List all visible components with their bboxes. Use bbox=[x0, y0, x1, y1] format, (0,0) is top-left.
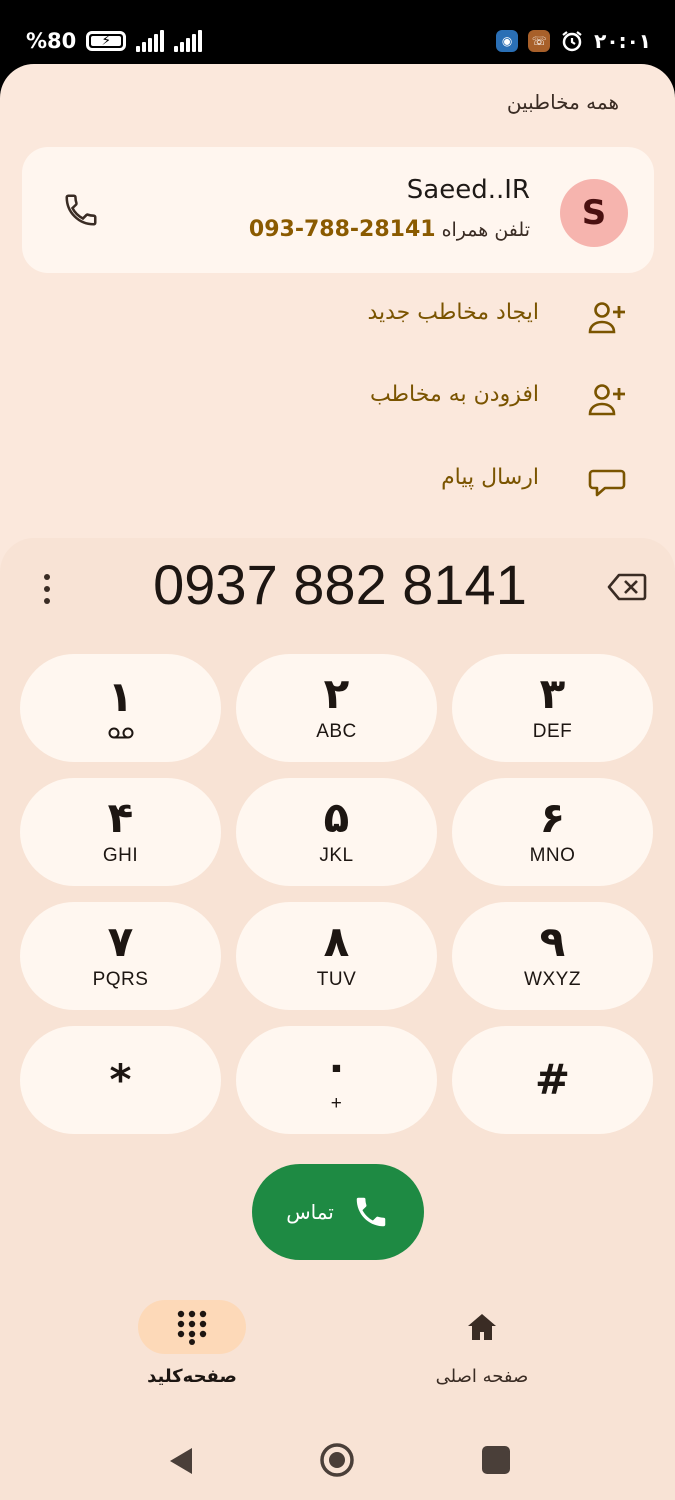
phone-notification-icon: ☏ bbox=[528, 30, 551, 52]
send-message-label: ارسال پیام bbox=[441, 465, 539, 490]
key-hash[interactable]: # bbox=[452, 1026, 653, 1134]
key-9[interactable]: ۹ WXYZ bbox=[452, 902, 653, 1010]
status-left: %80 ⚡ bbox=[26, 28, 203, 54]
phone-type-label: تلفن همراه bbox=[441, 219, 530, 241]
nav-keypad[interactable]: صفحه‌کلید bbox=[82, 1300, 302, 1400]
battery-percent: %80 bbox=[26, 29, 77, 53]
more-options-icon[interactable] bbox=[36, 572, 58, 606]
create-new-contact-row[interactable]: ایجاد مخاطب جدید bbox=[0, 284, 675, 354]
key-8[interactable]: ۸ TUV bbox=[236, 902, 437, 1010]
dialed-number[interactable]: 0937 882 8141 bbox=[80, 552, 600, 617]
person-add-icon bbox=[588, 302, 625, 334]
signal-icon bbox=[136, 30, 165, 52]
key-digit: ۴ bbox=[107, 793, 134, 842]
key-letters: PQRS bbox=[92, 969, 149, 990]
key-0[interactable]: ۰ + bbox=[236, 1026, 437, 1134]
call-button[interactable]: تماس bbox=[252, 1164, 424, 1260]
system-navigation-bar bbox=[0, 1414, 675, 1500]
key-letters: + bbox=[330, 1093, 343, 1114]
battery-icon: ⚡ bbox=[86, 31, 127, 51]
key-6[interactable]: ۶ MNO bbox=[452, 778, 653, 886]
status-bar: %80 ⚡ ◉ ☏ ۲۰:۰۱ bbox=[0, 0, 675, 64]
key-2[interactable]: ۲ ABC bbox=[236, 654, 437, 762]
phone-icon[interactable] bbox=[62, 191, 100, 229]
key-letters: JKL bbox=[319, 845, 354, 866]
key-digit: * bbox=[109, 1055, 132, 1104]
send-message-row[interactable]: ارسال پیام bbox=[0, 449, 675, 519]
status-right: ◉ ☏ ۲۰:۰۱ bbox=[496, 28, 651, 54]
key-digit: # bbox=[534, 1055, 571, 1104]
phone-number: 093-788-28141 bbox=[248, 217, 436, 242]
add-to-contact-row[interactable]: افزودن به مخاطب bbox=[0, 366, 675, 436]
key-digit: ۶ bbox=[539, 793, 566, 842]
key-4[interactable]: ۴ GHI bbox=[20, 778, 221, 886]
key-1[interactable]: ۱ bbox=[20, 654, 221, 762]
key-5[interactable]: ۵ JKL bbox=[236, 778, 437, 886]
back-icon[interactable] bbox=[168, 1446, 194, 1476]
nav-home[interactable]: صفحه اصلی bbox=[372, 1300, 592, 1400]
avatar: S bbox=[560, 179, 628, 247]
keypad-tab-pill bbox=[138, 1300, 246, 1354]
recents-icon[interactable] bbox=[482, 1446, 510, 1474]
key-digit: ۰ bbox=[323, 1041, 350, 1090]
key-7[interactable]: ۷ PQRS bbox=[20, 902, 221, 1010]
home-button-icon[interactable] bbox=[319, 1442, 355, 1478]
home-tab-pill bbox=[428, 1300, 536, 1354]
home-icon bbox=[468, 1314, 496, 1340]
key-letters: ABC bbox=[316, 721, 357, 742]
clock: ۲۰:۰۱ bbox=[594, 29, 651, 53]
key-star[interactable]: * bbox=[20, 1026, 221, 1134]
nav-home-label: صفحه اصلی bbox=[435, 1366, 529, 1387]
key-digit: ۵ bbox=[323, 793, 350, 842]
key-digit: ۸ bbox=[323, 917, 350, 966]
key-letters: TUV bbox=[316, 969, 357, 990]
bottom-navigation: صفحه‌کلید صفحه اصلی bbox=[0, 1300, 675, 1410]
main-sheet: همه مخاطبین S Saeed..IR تلفن همراه 093-7… bbox=[0, 64, 675, 1500]
contact-suggestion-card[interactable]: S Saeed..IR تلفن همراه 093-788-28141 bbox=[22, 147, 654, 273]
key-letters: GHI bbox=[102, 845, 139, 866]
phone-icon bbox=[356, 1197, 386, 1227]
contact-phone-line: تلفن همراه 093-788-28141 bbox=[249, 217, 530, 242]
key-digit: ۱ bbox=[107, 672, 134, 721]
signal-icon-2 bbox=[174, 30, 203, 52]
nav-keypad-label: صفحه‌کلید bbox=[147, 1366, 237, 1387]
backspace-icon[interactable] bbox=[607, 572, 647, 602]
create-new-contact-label: ایجاد مخاطب جدید bbox=[367, 300, 539, 325]
key-digit: ۹ bbox=[539, 917, 566, 966]
key-letters: WXYZ bbox=[524, 969, 581, 990]
alarm-icon bbox=[562, 31, 582, 52]
key-3[interactable]: ۳ DEF bbox=[452, 654, 653, 762]
dialpad-icon bbox=[177, 1310, 207, 1345]
contact-name: Saeed..IR bbox=[406, 175, 530, 205]
key-digit: ۳ bbox=[539, 669, 566, 718]
call-button-label: تماس bbox=[286, 1200, 334, 1224]
key-digit: ۲ bbox=[323, 669, 350, 718]
key-letters: MNO bbox=[529, 845, 576, 866]
all-contacts-link[interactable]: همه مخاطبین bbox=[507, 90, 619, 114]
voicemail-icon bbox=[108, 727, 133, 739]
app-notification-icon: ◉ bbox=[496, 30, 519, 52]
add-to-contact-label: افزودن به مخاطب bbox=[369, 382, 539, 407]
key-digit: ۷ bbox=[107, 917, 134, 966]
person-add-icon bbox=[588, 384, 625, 416]
key-letters: DEF bbox=[532, 721, 573, 742]
message-icon bbox=[588, 469, 626, 497]
